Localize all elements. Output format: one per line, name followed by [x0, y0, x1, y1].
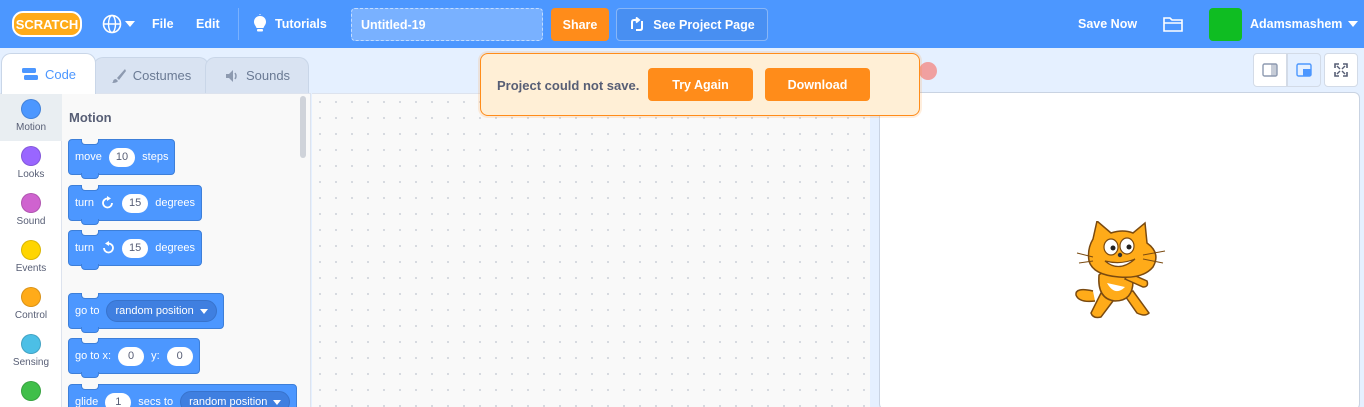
- rotate-clockwise-icon: [102, 196, 113, 209]
- category-menu: Motion Looks Sound Events Control Sensin…: [0, 93, 62, 407]
- tab-sounds-label: Sounds: [245, 68, 291, 83]
- globe-icon: [102, 14, 122, 34]
- block-palette: Motion move 10 steps turn 15 degrees tur…: [62, 93, 311, 407]
- paintbrush-icon: [111, 68, 126, 83]
- tutorials-button[interactable]: Tutorials: [251, 12, 327, 36]
- alert-close-indicator: [919, 62, 937, 80]
- alert-message: Project could not save.: [497, 78, 640, 93]
- remix-arrows-icon: [631, 16, 644, 31]
- go-to-xy-block[interactable]: go to x: 0 y: 0: [68, 338, 200, 378]
- y-input[interactable]: 0: [166, 346, 193, 366]
- steps-input[interactable]: 10: [108, 147, 136, 167]
- fullscreen-button[interactable]: [1324, 53, 1358, 87]
- glide-target-dropdown[interactable]: random position: [180, 391, 291, 407]
- looks-dot-icon: [21, 146, 41, 166]
- save-now-button[interactable]: Save Now: [1078, 17, 1137, 31]
- lightbulb-icon: [254, 14, 266, 32]
- motion-dot-icon: [21, 99, 41, 119]
- glide-block[interactable]: glide 1 secs to random position: [68, 384, 298, 407]
- tab-costumes-label: Costumes: [132, 68, 192, 83]
- edit-menu[interactable]: Edit: [196, 17, 220, 31]
- category-sound[interactable]: Sound: [0, 188, 62, 235]
- turn-right-block[interactable]: turn 15 degrees: [68, 185, 202, 225]
- stage-canvas[interactable]: [879, 92, 1360, 407]
- sound-dot-icon: [21, 193, 41, 213]
- caret-down-icon: [125, 21, 135, 27]
- x-input[interactable]: 0: [118, 346, 145, 366]
- save-error-alert: Project could not save. Try Again Downlo…: [480, 53, 920, 116]
- tab-sounds[interactable]: Sounds: [205, 57, 309, 93]
- rotate-counterclockwise-icon: [103, 241, 114, 254]
- caret-down-icon: [1348, 21, 1359, 27]
- palette-scrollbar[interactable]: [300, 96, 306, 158]
- username-label: Adamsmashem: [1250, 17, 1343, 31]
- folder-icon[interactable]: [1162, 14, 1184, 34]
- go-to-block[interactable]: go to random position: [68, 293, 224, 333]
- code-blocks-icon: [21, 68, 38, 80]
- degrees-input[interactable]: 15: [121, 193, 149, 213]
- caret-down-icon: [273, 399, 282, 405]
- tab-code-label: Code: [44, 66, 77, 82]
- category-operators[interactable]: [0, 376, 62, 407]
- download-button[interactable]: Download: [765, 68, 870, 101]
- file-menu[interactable]: File: [152, 17, 174, 31]
- project-title-input[interactable]: [351, 8, 543, 41]
- category-looks[interactable]: Looks: [0, 141, 62, 188]
- user-avatar[interactable]: [1209, 8, 1242, 41]
- tab-code[interactable]: Code: [1, 53, 96, 94]
- scratch-logo[interactable]: SCRATCH: [12, 11, 82, 37]
- move-steps-block[interactable]: move 10 steps: [68, 139, 176, 179]
- cat-sprite[interactable]: [1071, 221, 1171, 325]
- account-menu[interactable]: Adamsmashem: [1250, 17, 1359, 31]
- category-sensing[interactable]: Sensing: [0, 329, 62, 376]
- svg-text:SCRATCH: SCRATCH: [16, 17, 79, 32]
- events-dot-icon: [21, 240, 41, 260]
- share-button[interactable]: Share: [551, 8, 609, 41]
- menu-bar: SCRATCH File Edit Tutorials Share See Pr…: [0, 0, 1364, 48]
- category-motion[interactable]: Motion: [0, 94, 62, 141]
- go-to-target-dropdown[interactable]: random position: [106, 300, 217, 322]
- turn-left-block[interactable]: turn 15 degrees: [68, 230, 202, 270]
- see-project-page-label: See Project Page: [653, 17, 755, 32]
- speaker-icon: [225, 69, 237, 82]
- menu-divider: [238, 8, 239, 40]
- control-dot-icon: [21, 287, 41, 307]
- category-control[interactable]: Control: [0, 282, 62, 329]
- operators-dot-icon: [21, 381, 41, 401]
- tab-costumes[interactable]: Costumes: [93, 57, 209, 93]
- large-stage-icon: [1296, 63, 1312, 77]
- category-events[interactable]: Events: [0, 235, 62, 282]
- palette-section-title: Motion: [69, 110, 112, 125]
- script-workspace[interactable]: [312, 93, 870, 407]
- try-again-button[interactable]: Try Again: [648, 68, 753, 101]
- sensing-dot-icon: [21, 334, 41, 354]
- small-stage-button[interactable]: [1253, 53, 1287, 87]
- tutorials-label: Tutorials: [275, 17, 327, 31]
- language-menu[interactable]: [102, 13, 136, 35]
- small-stage-icon: [1262, 63, 1278, 77]
- fullscreen-icon: [1334, 63, 1348, 77]
- see-project-page-button[interactable]: See Project Page: [616, 8, 768, 41]
- large-stage-button[interactable]: [1287, 53, 1321, 87]
- degrees-input[interactable]: 15: [121, 238, 149, 258]
- caret-down-icon: [199, 308, 208, 314]
- secs-input[interactable]: 1: [105, 392, 132, 407]
